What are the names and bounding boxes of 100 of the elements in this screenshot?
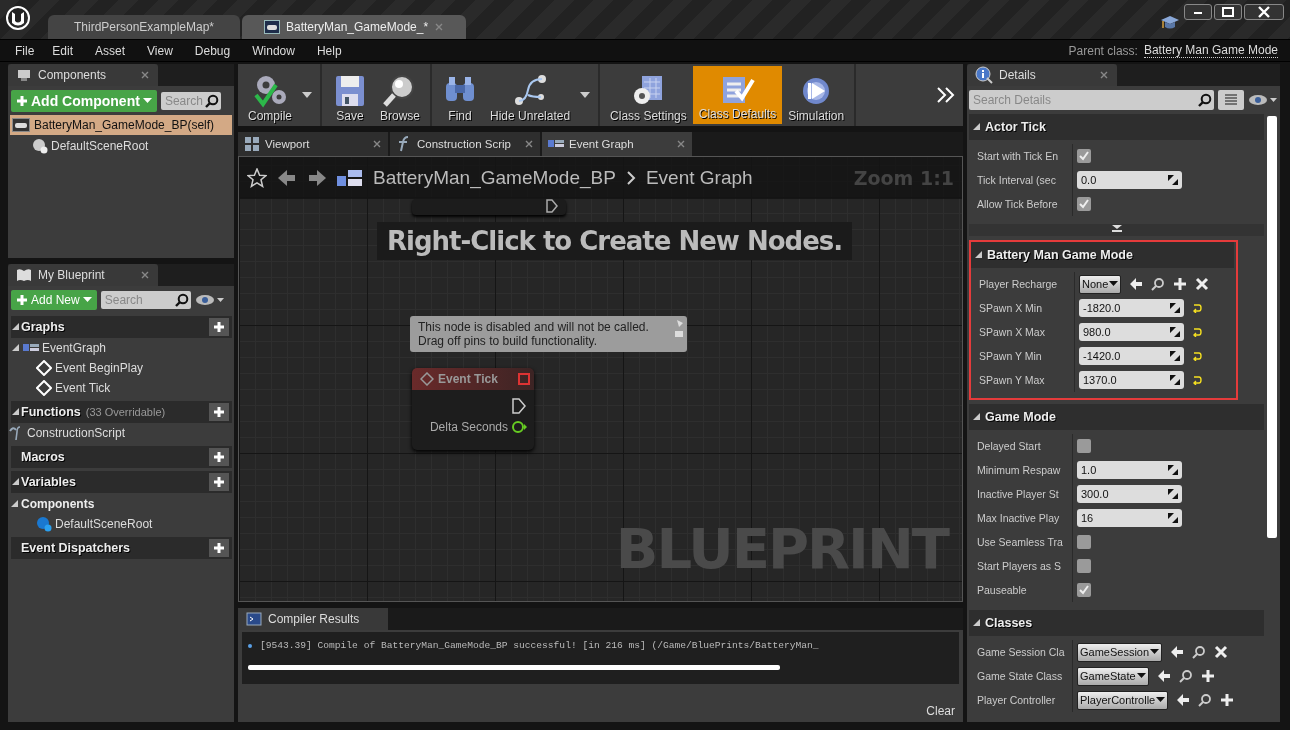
checkbox[interactable]	[1077, 583, 1091, 597]
arrow-left-icon[interactable]	[1156, 669, 1171, 683]
resize-handle-icon[interactable]	[1168, 513, 1178, 523]
add-button[interactable]	[209, 448, 229, 466]
number-field[interactable]: -1820.0	[1079, 299, 1184, 317]
clear-icon[interactable]	[1195, 277, 1210, 291]
category-header[interactable]: Actor Tick	[969, 114, 1264, 140]
menu-item[interactable]: Asset	[88, 43, 133, 58]
search-icon[interactable]	[1178, 669, 1193, 683]
number-field[interactable]: 1370.0	[1079, 371, 1184, 389]
number-field[interactable]: 1.0	[1077, 461, 1182, 479]
class-dropdown[interactable]: None	[1079, 274, 1122, 294]
category-header[interactable]: Classes	[969, 610, 1264, 636]
class-dropdown[interactable]: GameSession	[1077, 642, 1163, 662]
resize-handle-icon[interactable]	[1170, 351, 1180, 361]
menu-item[interactable]: Window	[245, 43, 302, 58]
window-tab[interactable]: BatteryMan_GameMode_*	[242, 15, 467, 39]
back-arrow-icon[interactable]	[277, 168, 297, 188]
reset-arrow-icon[interactable]	[1192, 303, 1202, 313]
scrollbar[interactable]	[1267, 116, 1277, 538]
section-header[interactable]: Functions (33 Overridable)	[11, 401, 232, 423]
list-item[interactable]: EventGraph	[8, 338, 234, 358]
close-icon[interactable]	[372, 139, 382, 149]
panel-tab[interactable]: Compiler Results	[238, 608, 388, 630]
arrow-left-icon[interactable]	[1170, 645, 1185, 659]
number-field[interactable]: 300.0	[1077, 485, 1182, 503]
eye-icon[interactable]	[1248, 94, 1278, 106]
view-options-button[interactable]	[1218, 90, 1244, 110]
toolbar-button[interactable]: Simulation	[782, 64, 851, 126]
search-icon[interactable]	[1192, 645, 1207, 659]
checkbox[interactable]	[1077, 439, 1091, 453]
number-field[interactable]: -1420.0	[1079, 347, 1184, 365]
checkbox[interactable]	[1077, 535, 1091, 549]
close-icon[interactable]	[676, 139, 686, 149]
add-button[interactable]	[209, 473, 229, 491]
list-item[interactable]: Event Tick	[8, 378, 234, 398]
toolbar-button[interactable]: Save	[326, 64, 374, 126]
checkbox[interactable]	[1077, 559, 1091, 573]
checkbox[interactable]	[1077, 197, 1091, 211]
delegate-pin-icon[interactable]	[518, 373, 530, 385]
dropdown-arrow-icon[interactable]	[580, 92, 591, 98]
expand-arrow-icon[interactable]	[11, 499, 21, 508]
tree-item[interactable]: BatteryMan_GameMode_BP(self)	[10, 115, 232, 135]
add-button[interactable]	[209, 403, 229, 421]
class-dropdown[interactable]: GameState	[1077, 666, 1149, 686]
forward-arrow-icon[interactable]	[307, 168, 327, 188]
panel-tab[interactable]: My Blueprint	[8, 264, 158, 286]
exec-pin-icon[interactable]	[512, 398, 526, 414]
section-header[interactable]: Graphs	[11, 316, 232, 338]
toolbar-button[interactable]: Hide Unrelated	[484, 64, 577, 126]
list-item[interactable]: Event BeginPlay	[8, 358, 234, 378]
list-item[interactable]: ConstructionScript	[8, 423, 234, 443]
category-header[interactable]: Game Mode	[969, 404, 1264, 430]
document-tab[interactable]: Event Graph	[542, 132, 692, 156]
document-tab[interactable]: Construction Scrip	[390, 132, 540, 156]
dropdown-arrow-icon[interactable]	[302, 92, 312, 98]
clear-icon[interactable]	[1214, 645, 1229, 659]
data-pin-icon[interactable]	[512, 420, 528, 434]
breadcrumb-item[interactable]: Event Graph	[645, 167, 753, 189]
tree-item[interactable]: DefaultSceneRoot	[8, 135, 234, 157]
toolbar-button[interactable]: Find	[436, 64, 485, 126]
close-icon[interactable]	[1099, 70, 1109, 80]
section-header[interactable]: Macros	[11, 446, 232, 468]
arrow-left-icon[interactable]	[1129, 277, 1144, 291]
resize-handle-icon[interactable]	[1170, 327, 1180, 337]
search-icon[interactable]	[1198, 693, 1213, 707]
menu-item[interactable]: View	[140, 43, 180, 58]
document-tab[interactable]: Viewport	[238, 132, 388, 156]
reset-arrow-icon[interactable]	[1192, 375, 1202, 385]
resize-handle-icon[interactable]	[1168, 175, 1178, 185]
maximize-button[interactable]	[1214, 4, 1242, 20]
checkbox[interactable]	[1077, 149, 1091, 163]
resize-handle-icon[interactable]	[1170, 303, 1180, 313]
menu-item[interactable]: File	[8, 43, 42, 58]
plus-icon[interactable]	[1220, 693, 1235, 707]
list-item[interactable]: DefaultSceneRoot	[8, 514, 234, 534]
panel-tab[interactable]: Components	[8, 64, 158, 86]
panel-tab[interactable]: Details	[967, 64, 1117, 86]
breadcrumb-item[interactable]: BatteryMan_GameMode_BP	[373, 167, 616, 189]
menu-item[interactable]: Edit	[45, 43, 81, 58]
add-button[interactable]	[209, 318, 229, 336]
close-icon[interactable]	[524, 139, 534, 149]
resize-handle-icon[interactable]	[1168, 465, 1178, 475]
clear-button[interactable]: Clear	[922, 702, 959, 720]
reset-arrow-icon[interactable]	[1192, 351, 1202, 361]
window-tab[interactable]: ThirdPersonExampleMap*	[48, 15, 240, 39]
exec-pin-icon[interactable]	[546, 199, 558, 213]
star-icon[interactable]	[247, 168, 267, 188]
eye-icon[interactable]	[194, 294, 225, 306]
number-field[interactable]: 16	[1077, 509, 1182, 527]
plus-icon[interactable]	[1200, 669, 1215, 683]
resize-handle-icon[interactable]	[1168, 489, 1178, 499]
close-icon[interactable]	[140, 270, 150, 280]
chevron-icon[interactable]	[935, 86, 957, 104]
advanced-toggle[interactable]	[969, 224, 1264, 236]
number-field[interactable]: 0.0	[1077, 171, 1182, 189]
minimize-button[interactable]	[1184, 4, 1212, 20]
add-button[interactable]	[209, 539, 229, 557]
plus-icon[interactable]	[1173, 277, 1188, 291]
search-icon[interactable]	[1151, 277, 1166, 291]
